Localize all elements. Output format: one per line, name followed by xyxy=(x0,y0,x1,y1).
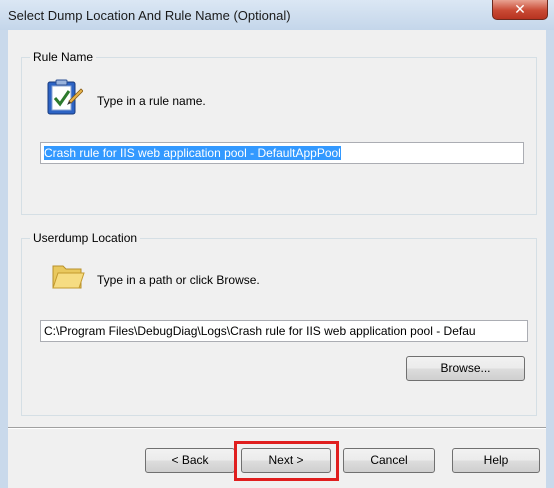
rule-name-legend: Rule Name xyxy=(30,50,97,64)
rule-name-input-value: Crash rule for IIS web application pool … xyxy=(44,146,341,160)
userdump-location-hint: Type in a path or click Browse. xyxy=(97,273,260,287)
divider xyxy=(8,427,546,429)
userdump-location-group: Userdump Location Type in a path or clic… xyxy=(21,231,537,416)
cancel-button[interactable]: Cancel xyxy=(343,448,435,473)
clipboard-check-icon xyxy=(47,79,83,115)
rule-name-input[interactable]: Crash rule for IIS web application pool … xyxy=(40,142,524,164)
next-button-highlight xyxy=(234,441,339,481)
close-icon: ✕ xyxy=(514,1,526,17)
dialog-client-area: Rule Name Type in a rule name. Crash rul… xyxy=(8,30,546,488)
close-button[interactable]: ✕ xyxy=(492,0,548,20)
help-button[interactable]: Help xyxy=(452,448,540,473)
window-title: Select Dump Location And Rule Name (Opti… xyxy=(8,8,291,23)
userdump-path-input[interactable]: C:\Program Files\DebugDiag\Logs\Crash ru… xyxy=(40,320,528,342)
title-bar: Select Dump Location And Rule Name (Opti… xyxy=(0,0,554,30)
userdump-location-legend: Userdump Location xyxy=(30,231,141,245)
userdump-path-value: C:\Program Files\DebugDiag\Logs\Crash ru… xyxy=(44,324,476,338)
browse-button[interactable]: Browse... xyxy=(406,356,525,381)
back-button[interactable]: < Back xyxy=(145,448,235,473)
folder-icon xyxy=(52,265,85,289)
rule-name-hint: Type in a rule name. xyxy=(97,94,206,108)
rule-name-group: Rule Name Type in a rule name. Crash rul… xyxy=(21,50,537,215)
